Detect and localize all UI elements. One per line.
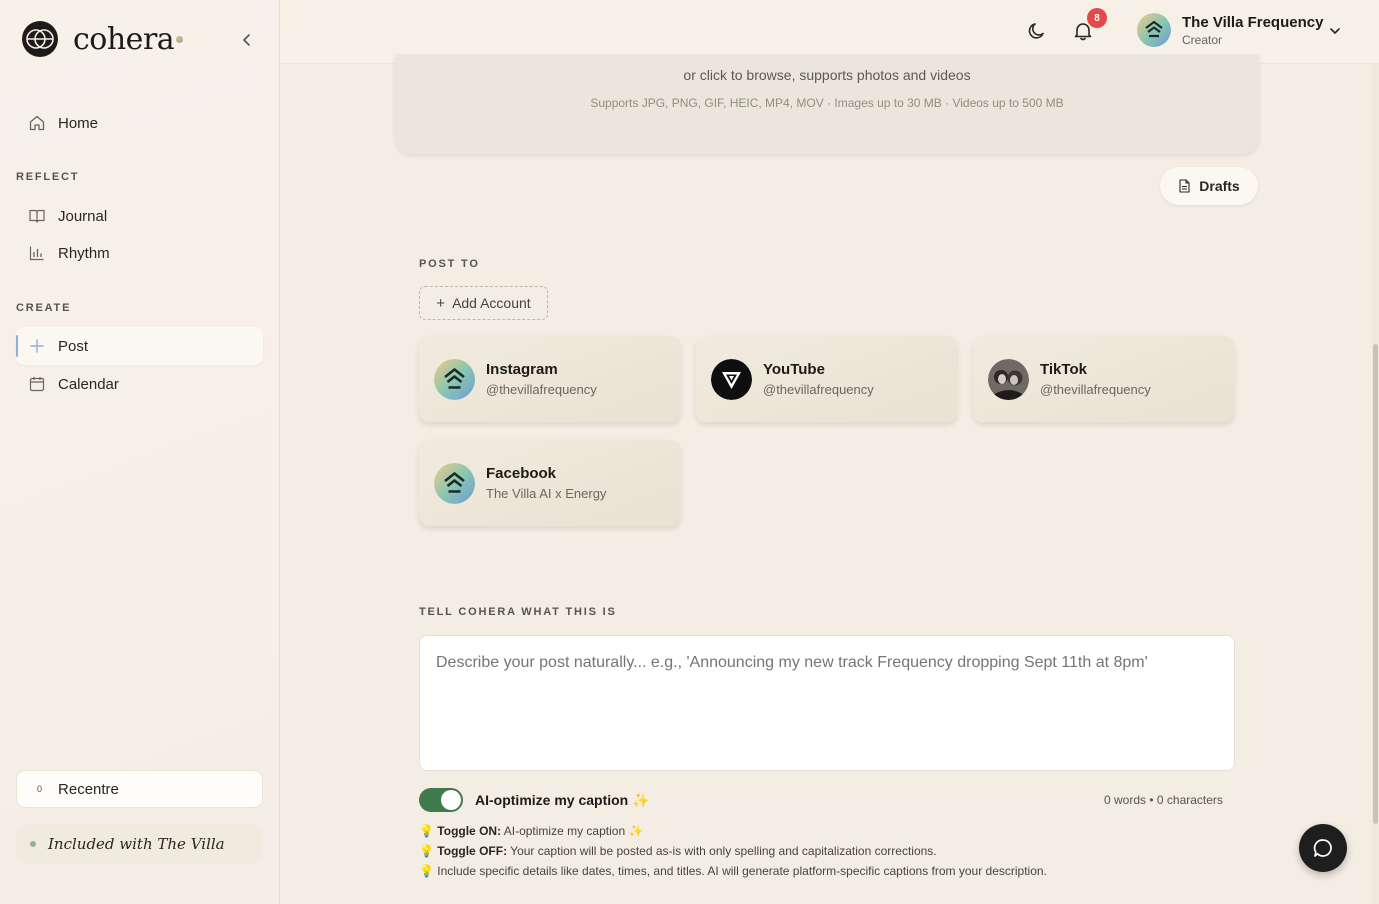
account-platform: TikTok (1040, 361, 1087, 378)
profile-menu[interactable]: The Villa Frequency Creator (1137, 13, 1323, 47)
upload-instructions: or click to browse, supports photos and … (683, 67, 971, 83)
sidebar-item-label: Home (58, 114, 99, 132)
post-description-input[interactable] (419, 635, 1235, 771)
brand-name: cohera (73, 21, 175, 57)
chat-bubble-icon (1313, 839, 1332, 857)
sidebar: cohera Home REFLECT Journal Rhythm CREAT… (0, 0, 280, 904)
recentre-button[interactable]: 0 Recentre (16, 770, 263, 808)
account-card-youtube[interactable]: YouTube @thevillafrequency (696, 336, 957, 422)
plus-icon (28, 337, 46, 355)
tip-toggle-on: 💡 Toggle ON: AI-optimize my caption ✨ (419, 824, 643, 838)
account-platform: Instagram (486, 361, 558, 378)
tip-text: AI-optimize my caption ✨ (501, 824, 644, 838)
account-handle: @thevillafrequency (1040, 382, 1151, 397)
sidebar-item-journal[interactable]: Journal (16, 197, 263, 235)
bar-chart-icon (28, 244, 46, 262)
sidebar-item-label: Journal (58, 207, 108, 225)
tiktok-photo-icon (988, 358, 1029, 400)
youtube-logo-icon (711, 358, 752, 400)
villa-logo-icon (434, 358, 475, 400)
section-label-reflect: REFLECT (16, 171, 80, 183)
chevron-left-icon (243, 34, 250, 46)
villa-logo-icon (434, 462, 475, 504)
account-card-instagram[interactable]: Instagram @thevillafrequency (419, 336, 680, 422)
book-icon (28, 207, 46, 225)
avatar (1137, 13, 1171, 47)
collapse-sidebar-button[interactable] (238, 30, 256, 50)
add-account-label: Add Account (452, 295, 531, 311)
upload-supported-formats: Supports JPG, PNG, GIF, HEIC, MP4, MOV ·… (590, 96, 1064, 110)
sidebar-item-label: Rhythm (58, 244, 110, 262)
sidebar-item-home[interactable]: Home (16, 104, 263, 142)
account-card-tiktok[interactable]: TikTok @thevillafrequency (973, 336, 1234, 422)
ai-optimize-toggle[interactable] (419, 788, 463, 812)
sidebar-item-post[interactable]: Post (16, 327, 263, 365)
describe-label: TELL COHERA WHAT THIS IS (419, 606, 617, 618)
brand-logo[interactable]: cohera (21, 20, 184, 58)
tip-bold: Toggle OFF: (437, 844, 508, 858)
sidebar-item-label: Post (58, 337, 89, 355)
sidebar-item-rhythm[interactable]: Rhythm (16, 234, 263, 272)
home-icon (28, 114, 46, 132)
account-handle: @thevillafrequency (763, 382, 874, 397)
word-character-count: 0 words • 0 characters (1104, 793, 1223, 807)
scrollbar-thumb[interactable] (1373, 344, 1378, 824)
ai-optimize-label: AI-optimize my caption ✨ (475, 792, 650, 808)
lightbulb-icon: 💡 (419, 844, 434, 858)
plus-icon: + (436, 294, 446, 312)
chat-button[interactable] (1299, 824, 1347, 872)
account-handle: @thevillafrequency (486, 382, 597, 397)
account-handle: The Villa AI x Energy (486, 486, 607, 501)
included-label: Included with The Villa (48, 835, 225, 853)
toggle-knob (441, 790, 461, 810)
lightbulb-icon: 💡 (419, 864, 434, 878)
sidebar-item-label: Calendar (58, 375, 119, 393)
tip-bold: Toggle ON: (437, 824, 502, 838)
document-icon (1179, 179, 1190, 193)
tip-details: 💡 Include specific details like dates, t… (419, 864, 1047, 878)
sidebar-item-calendar[interactable]: Calendar (16, 365, 263, 403)
account-platform: YouTube (763, 361, 825, 378)
post-to-label: POST TO (419, 258, 480, 270)
media-upload-dropzone[interactable]: or click to browse, supports photos and … (395, 54, 1259, 154)
lightbulb-icon: 💡 (419, 824, 434, 838)
tip-toggle-off: 💡 Toggle OFF: Your caption will be poste… (419, 844, 937, 858)
recentre-label: Recentre (58, 780, 119, 798)
profile-role: Creator (1182, 32, 1223, 47)
status-dot (30, 841, 36, 847)
tip-text: Your caption will be posted as-is with o… (507, 844, 937, 858)
notification-badge: 8 (1087, 8, 1107, 28)
drafts-label: Drafts (1199, 178, 1240, 194)
account-platform: Facebook (486, 465, 557, 482)
add-account-button[interactable]: + Add Account (419, 286, 548, 320)
account-card-facebook[interactable]: Facebook The Villa AI x Energy (419, 440, 680, 526)
profile-name: The Villa Frequency (1182, 13, 1324, 31)
moon-icon[interactable] (1026, 20, 1048, 42)
drafts-button[interactable]: Drafts (1160, 167, 1258, 205)
included-badge: Included with The Villa (16, 824, 263, 864)
calendar-icon (28, 375, 46, 393)
section-label-create: CREATE (16, 302, 72, 314)
recentre-count: 0 (37, 784, 43, 794)
main-content: or click to browse, supports photos and … (280, 54, 1372, 904)
cohera-logo-icon (22, 21, 58, 57)
chevron-down-icon[interactable] (1328, 24, 1342, 38)
tip-text: Include specific details like dates, tim… (437, 864, 1047, 878)
brand-dot (176, 35, 184, 43)
